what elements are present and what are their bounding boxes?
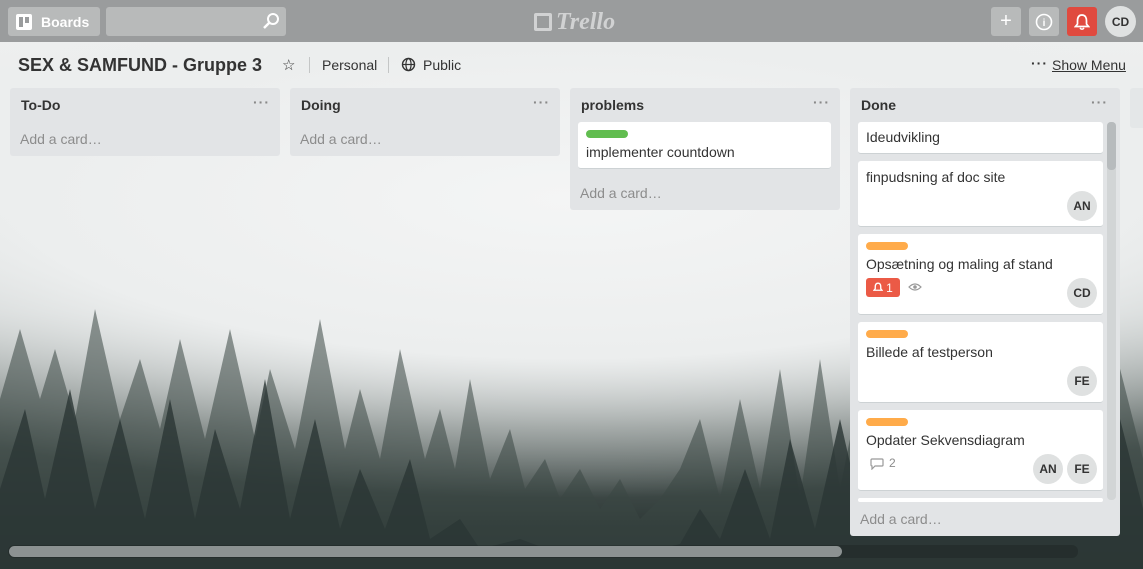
list-menu-icon[interactable]: ··· — [813, 94, 830, 110]
list-scrollbar-track[interactable] — [1107, 122, 1116, 500]
boards-icon — [16, 13, 32, 30]
user-avatar[interactable]: CD — [1105, 6, 1136, 37]
list-title[interactable]: Doing — [301, 97, 341, 113]
list-done: Done ··· Ideudvikling finpudsning af doc… — [850, 88, 1120, 536]
trello-logo-text: Trello — [556, 8, 616, 35]
list-menu-icon[interactable]: ··· — [253, 94, 270, 110]
card[interactable]: Ideudvikling — [858, 122, 1103, 154]
card-title: implementer countdown — [586, 144, 735, 160]
info-button[interactable]: i — [1029, 7, 1059, 36]
card-partial[interactable] — [858, 498, 1103, 502]
card-title: finpudsning af doc site — [866, 169, 1006, 185]
card[interactable]: Billede af testperson FE — [858, 322, 1103, 403]
notifications-button[interactable] — [1067, 7, 1097, 36]
menu-dots-icon[interactable]: ··· — [1031, 55, 1048, 71]
card-title: Opsætning og maling af stand — [866, 256, 1053, 272]
info-icon: i — [1035, 13, 1053, 30]
card-label-orange[interactable] — [866, 418, 908, 426]
boards-label: Boards — [41, 13, 90, 30]
card-label-orange[interactable] — [866, 242, 908, 250]
plus-icon: + — [1000, 10, 1012, 32]
list-title[interactable]: Done — [861, 97, 896, 113]
divider — [388, 57, 389, 73]
add-card-button[interactable]: Add a card… — [860, 511, 942, 527]
card[interactable]: finpudsning af doc site AN — [858, 161, 1103, 227]
eye-icon — [908, 283, 922, 291]
list-title[interactable]: problems — [581, 97, 644, 113]
card-title: Billede af testperson — [866, 344, 993, 360]
card-title: Ideudvikling — [866, 129, 940, 145]
list-doing: Doing ··· Add a card… — [290, 88, 560, 156]
card[interactable]: implementer countdown — [578, 122, 831, 169]
personal-button[interactable]: Personal — [322, 57, 377, 73]
trello-logo[interactable]: Trello — [534, 9, 615, 35]
bell-icon — [873, 282, 884, 291]
bell-icon — [1074, 13, 1090, 30]
search-input[interactable] — [106, 7, 286, 36]
public-button[interactable]: Public — [423, 57, 461, 73]
search-icon[interactable] — [262, 12, 280, 30]
top-navbar: Boards Trello + i CD — [0, 0, 1143, 42]
board-title[interactable]: SEX & SAMFUND - Gruppe 3 — [18, 55, 262, 76]
member-avatar[interactable]: AN — [1067, 191, 1097, 221]
notification-count: 1 — [886, 280, 893, 295]
card[interactable]: Opdater Sekvensdiagram 2 AN FE — [858, 410, 1103, 491]
board-scrollbar-thumb[interactable] — [9, 546, 842, 557]
list-problems: problems ··· implementer countdown Add a… — [570, 88, 840, 210]
list-menu-icon[interactable]: ··· — [533, 94, 550, 110]
card-title: Opdater Sekvensdiagram — [866, 432, 1025, 448]
notification-badge: 1 — [866, 278, 900, 297]
card-label-green[interactable] — [586, 130, 628, 138]
list-menu-icon[interactable]: ··· — [1091, 94, 1108, 110]
svg-text:i: i — [1043, 18, 1046, 29]
card-label-orange[interactable] — [866, 330, 908, 338]
divider — [309, 57, 310, 73]
comment-count: 2 — [889, 456, 896, 470]
member-avatar[interactable]: AN — [1033, 454, 1063, 484]
list-todo: To-Do ··· Add a card… — [10, 88, 280, 156]
add-list-edge[interactable] — [1130, 88, 1143, 128]
star-icon[interactable]: ☆ — [282, 56, 295, 74]
show-menu-link[interactable]: Show Menu — [1052, 57, 1126, 73]
member-avatar[interactable]: CD — [1067, 278, 1097, 308]
boards-button[interactable]: Boards — [8, 7, 100, 36]
add-card-button[interactable]: Add a card… — [580, 185, 662, 201]
card[interactable]: Opsætning og maling af stand 1 CD — [858, 234, 1103, 315]
list-scrollbar-thumb[interactable] — [1107, 122, 1116, 170]
member-avatar[interactable]: FE — [1067, 366, 1097, 396]
globe-icon — [401, 57, 416, 72]
add-card-button[interactable]: Add a card… — [20, 131, 102, 147]
add-card-button[interactable]: Add a card… — [300, 131, 382, 147]
comment-icon — [870, 458, 884, 470]
trello-logo-icon — [534, 13, 552, 31]
add-button[interactable]: + — [991, 7, 1021, 36]
board-header: SEX & SAMFUND - Gruppe 3 ☆ Personal Publ… — [0, 42, 1143, 88]
member-avatar[interactable]: FE — [1067, 454, 1097, 484]
list-title[interactable]: To-Do — [21, 97, 60, 113]
